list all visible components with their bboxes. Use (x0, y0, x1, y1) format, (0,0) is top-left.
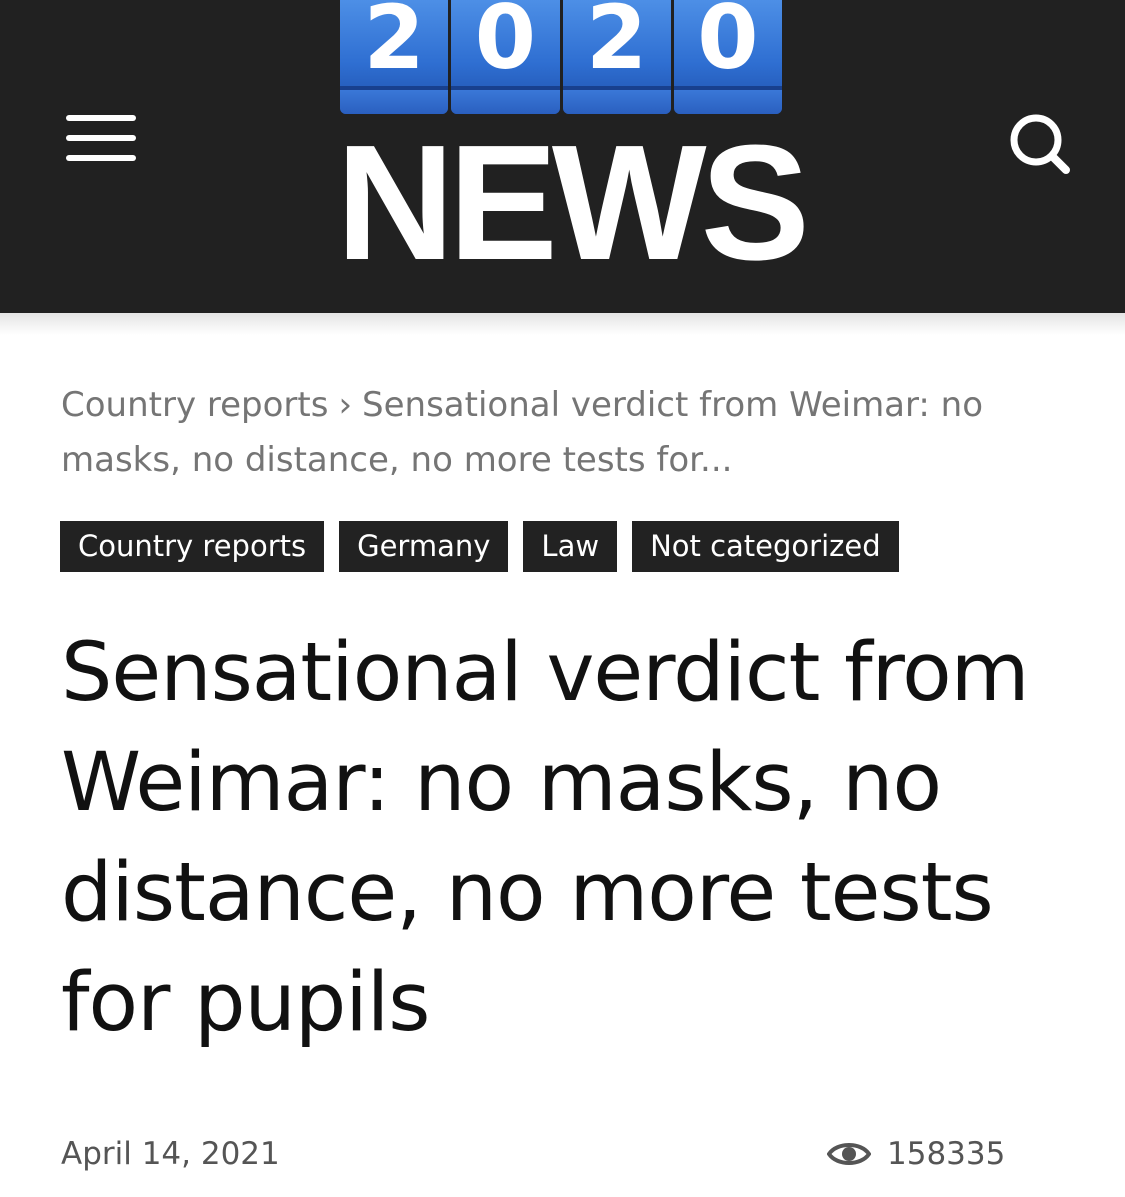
breadcrumb: Country reports › Sensational verdict from… (61, 378, 1061, 488)
logo-digits: 2 0 2 0 (340, 0, 782, 114)
logo-digit-tile: 2 (340, 0, 449, 114)
logo-digit: 2 (586, 0, 648, 89)
tag-law[interactable]: Law (523, 521, 618, 572)
header-shadow (0, 313, 1125, 335)
breadcrumb-separator: › (338, 385, 353, 425)
view-count: 158335 (827, 1130, 1005, 1178)
logo-digit-tile: 2 (562, 0, 671, 114)
logo-digit: 0 (697, 0, 759, 89)
site-header: 2 0 2 0 NEWS (0, 0, 1125, 313)
article-title: Sensational verdict from Weimar: no mask… (61, 626, 1030, 1050)
menu-bar (66, 135, 136, 141)
view-count-value: 158335 (887, 1136, 1006, 1172)
breadcrumb-link-country-reports[interactable]: Country reports (61, 385, 328, 425)
menu-bar (66, 155, 136, 161)
hamburger-menu-icon[interactable] (64, 110, 140, 166)
article-date: April 14, 2021 (61, 1136, 280, 1172)
logo-digit-tile: 0 (673, 0, 782, 114)
logo-digit-tile: 0 (451, 0, 560, 114)
tag-country-reports[interactable]: Country reports (60, 521, 325, 572)
tag-germany[interactable]: Germany (339, 521, 509, 572)
tag-not-categorized[interactable]: Not categorized (632, 521, 899, 572)
site-logo[interactable]: 2 0 2 0 NEWS (336, 0, 810, 294)
menu-bar (66, 115, 136, 121)
category-tags: Country reports Germany Law Not categori… (60, 521, 899, 572)
logo-wordmark: NEWS (336, 111, 810, 294)
logo-digit: 2 (363, 0, 425, 89)
eye-icon (827, 1143, 871, 1165)
logo-digit: 0 (474, 0, 536, 89)
search-icon[interactable] (1004, 110, 1074, 180)
